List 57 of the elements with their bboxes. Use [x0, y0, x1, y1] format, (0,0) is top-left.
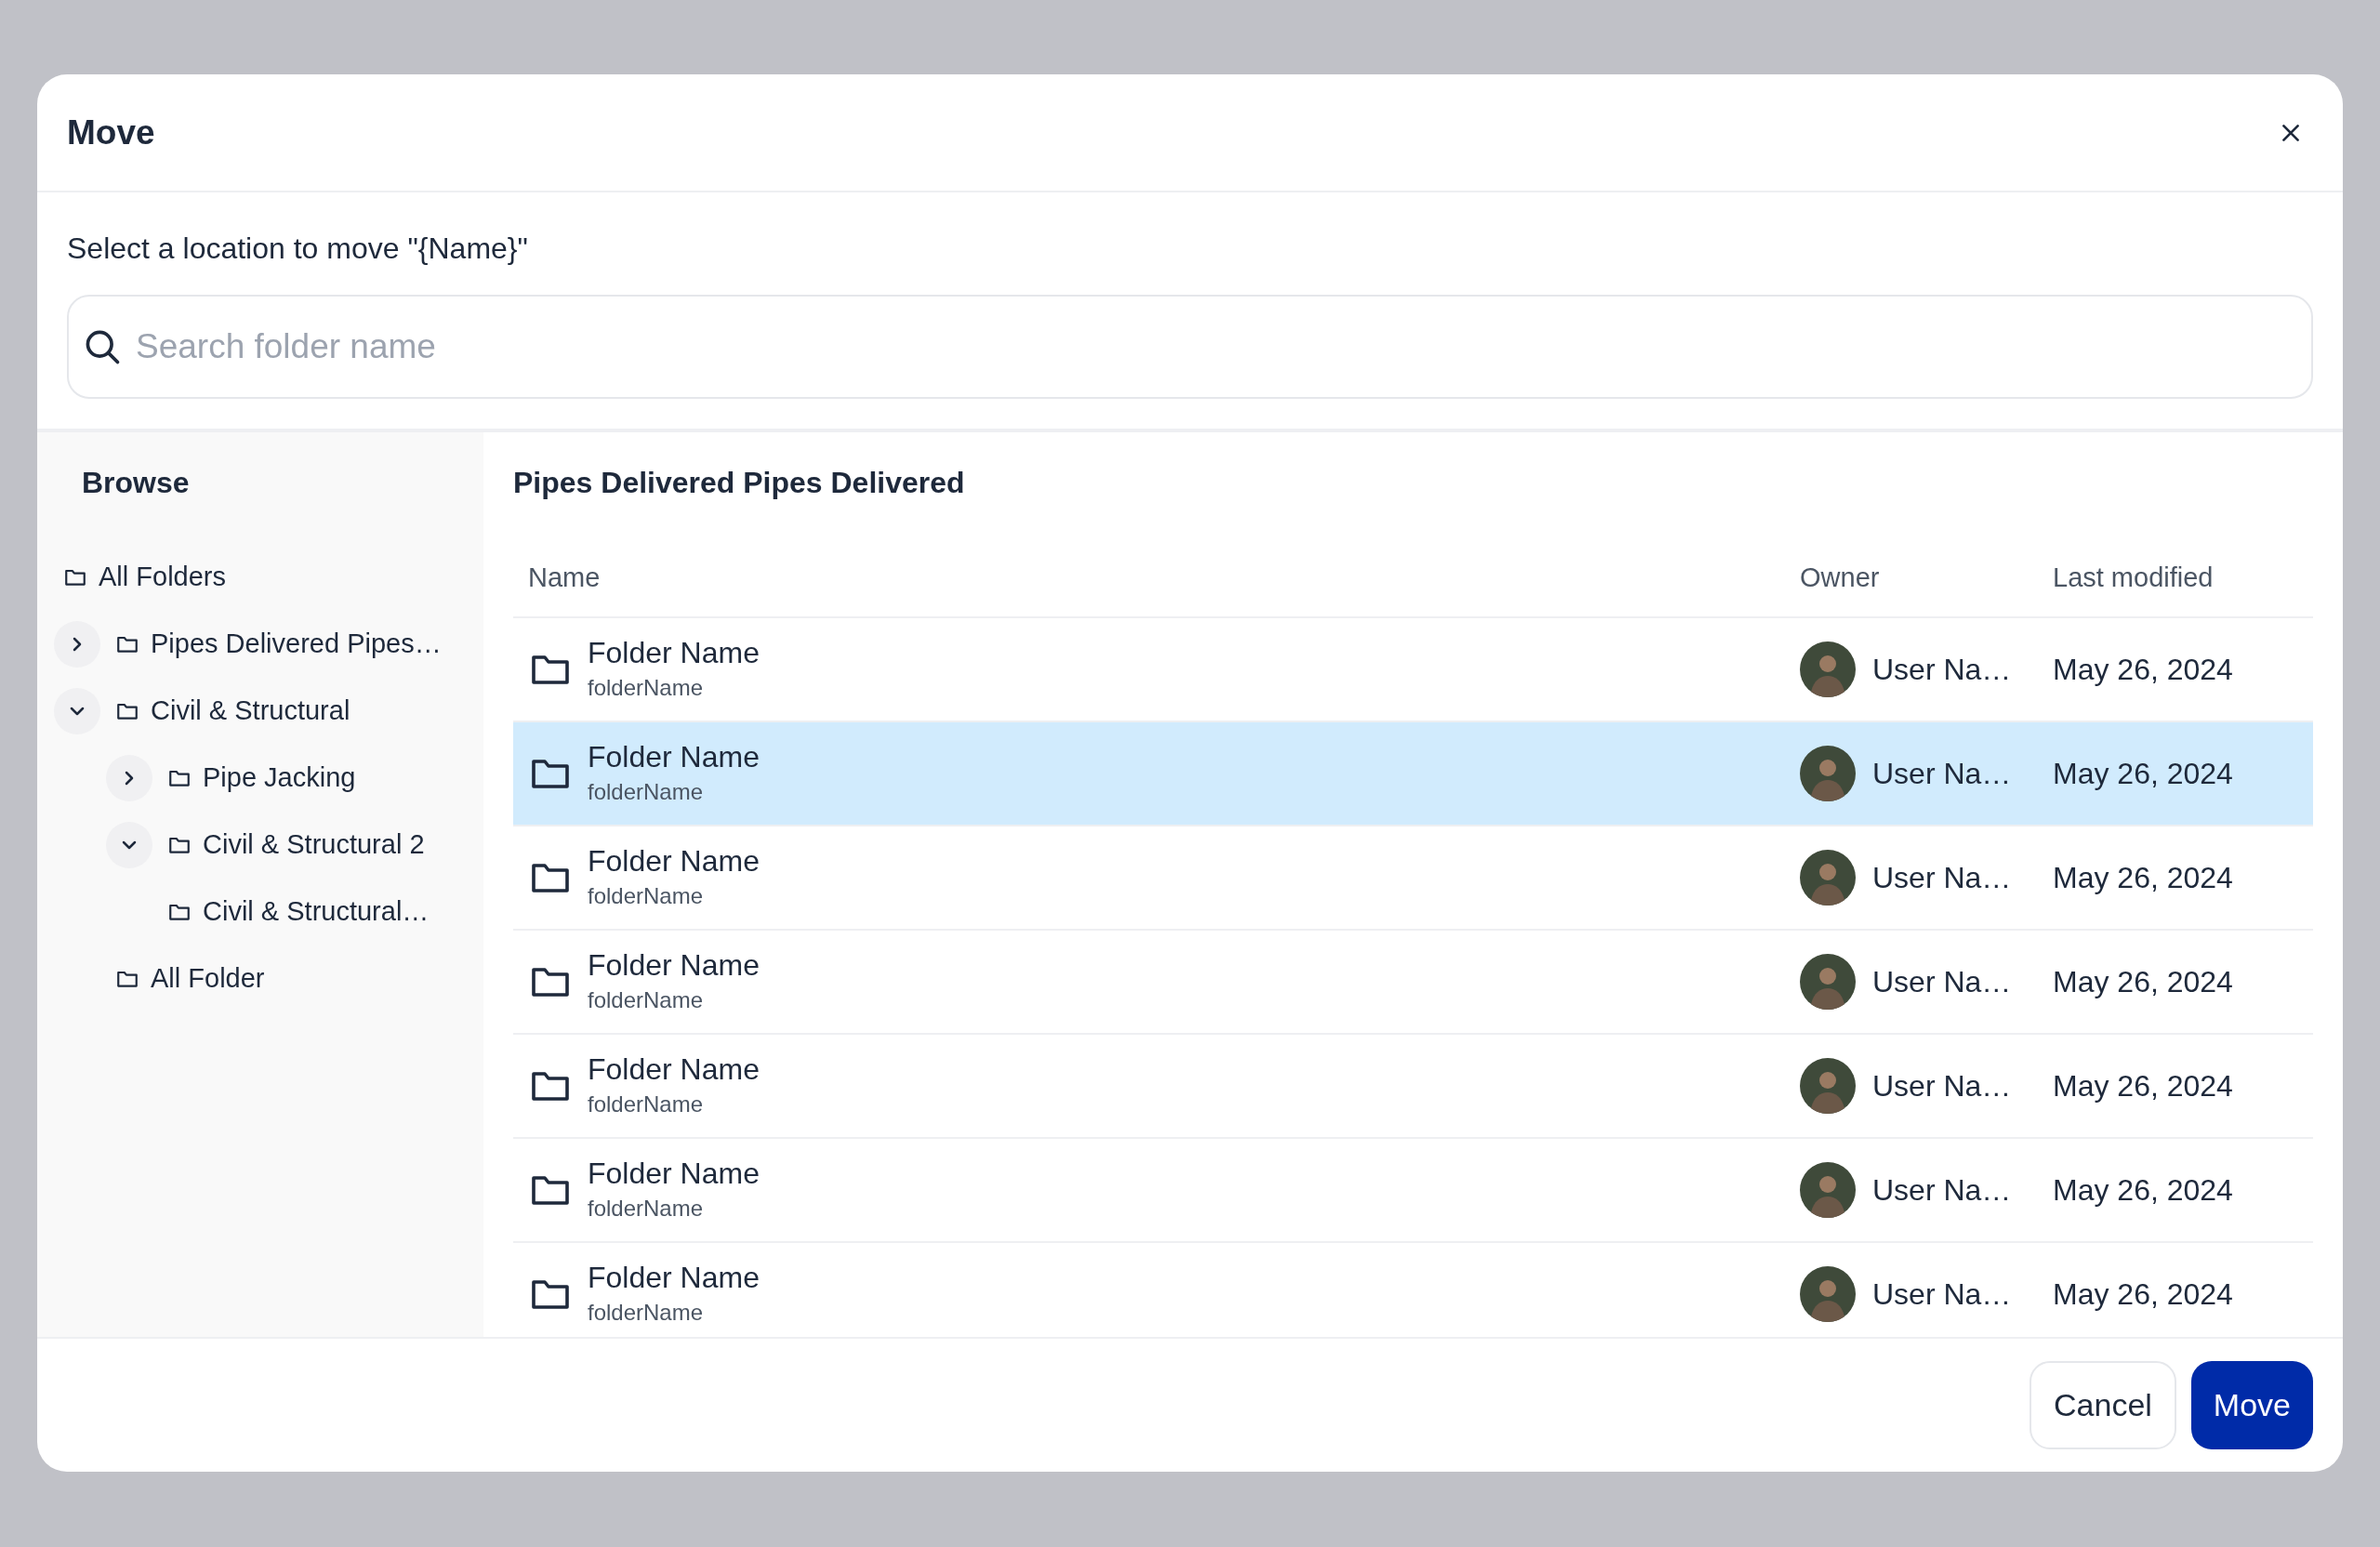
- folder-name: Folder Name: [588, 1051, 760, 1088]
- move-button[interactable]: Move: [2190, 1361, 2313, 1449]
- folder-key: folderName: [588, 1088, 760, 1121]
- sidebar-title: Browse: [81, 465, 191, 501]
- owner-name: User Na…: [1872, 1172, 2012, 1209]
- modified-date: May 26, 2024: [2053, 1173, 2233, 1207]
- tree-item[interactable]: Civil & Structural 2: [167, 825, 425, 866]
- cancel-button[interactable]: Cancel: [2030, 1361, 2176, 1449]
- folder-name: Folder Name: [588, 843, 760, 879]
- owner-name: User Na…: [1872, 652, 2012, 688]
- folder-key: folderName: [588, 984, 760, 1017]
- avatar: [1800, 1266, 1856, 1322]
- search-field[interactable]: Search folder name: [67, 295, 2313, 399]
- collapse-button[interactable]: [54, 688, 100, 734]
- tree-item[interactable]: All Folders: [63, 557, 226, 598]
- dialog-title: Move: [67, 112, 155, 153]
- avatar: [1800, 641, 1856, 697]
- folder-name: Folder Name: [588, 739, 760, 775]
- folder-name: Folder Name: [588, 1260, 760, 1296]
- avatar: [1800, 850, 1856, 906]
- owner-name: User Na…: [1872, 860, 2012, 896]
- modified-date: May 26, 2024: [2053, 653, 2233, 686]
- owner-name: User Na…: [1872, 964, 2012, 1000]
- tree-item[interactable]: All Folder: [115, 959, 265, 999]
- modified-date: May 26, 2024: [2053, 1277, 2233, 1311]
- owner-name: User Na…: [1872, 1068, 2012, 1104]
- modified-date: May 26, 2024: [2053, 757, 2233, 790]
- column-header: Last modified: [2053, 562, 2214, 593]
- folder-key: folderName: [588, 775, 760, 809]
- avatar: [1800, 1162, 1856, 1218]
- owner-name: User Na…: [1872, 1276, 2012, 1313]
- owner-name: User Na…: [1872, 756, 2012, 792]
- folder-key: folderName: [588, 671, 760, 705]
- tree-item[interactable]: Pipes Delivered Pipes…: [115, 624, 442, 665]
- tree-item[interactable]: Civil & Structural…: [167, 892, 430, 932]
- folder-name: Folder Name: [588, 947, 760, 984]
- expand-button[interactable]: [54, 621, 100, 668]
- folder-name: Folder Name: [588, 1156, 760, 1192]
- folder-key: folderName: [588, 879, 760, 913]
- column-header: Name: [528, 562, 601, 593]
- column-header: Owner: [1800, 562, 1880, 593]
- avatar: [1800, 1058, 1856, 1114]
- avatar: [1800, 746, 1856, 801]
- instruction-text: Select a location to move "{Name}": [67, 231, 529, 267]
- modified-date: May 26, 2024: [2053, 1069, 2233, 1103]
- modified-date: May 26, 2024: [2053, 965, 2233, 998]
- modified-date: May 26, 2024: [2053, 861, 2233, 894]
- folder-key: folderName: [588, 1296, 760, 1329]
- collapse-button[interactable]: [106, 822, 152, 868]
- folder-title: Pipes Delivered Pipes Delivered: [513, 465, 966, 501]
- expand-button[interactable]: [106, 755, 152, 801]
- folder-name: Folder Name: [588, 635, 760, 671]
- avatar: [1800, 954, 1856, 1010]
- tree-item[interactable]: Civil & Structural: [115, 691, 350, 732]
- folder-row[interactable]: Folder Name folderName User Na… May 26, 2024: [513, 722, 2313, 826]
- tree-item[interactable]: Pipe Jacking: [167, 758, 356, 799]
- folder-key: folderName: [588, 1192, 760, 1225]
